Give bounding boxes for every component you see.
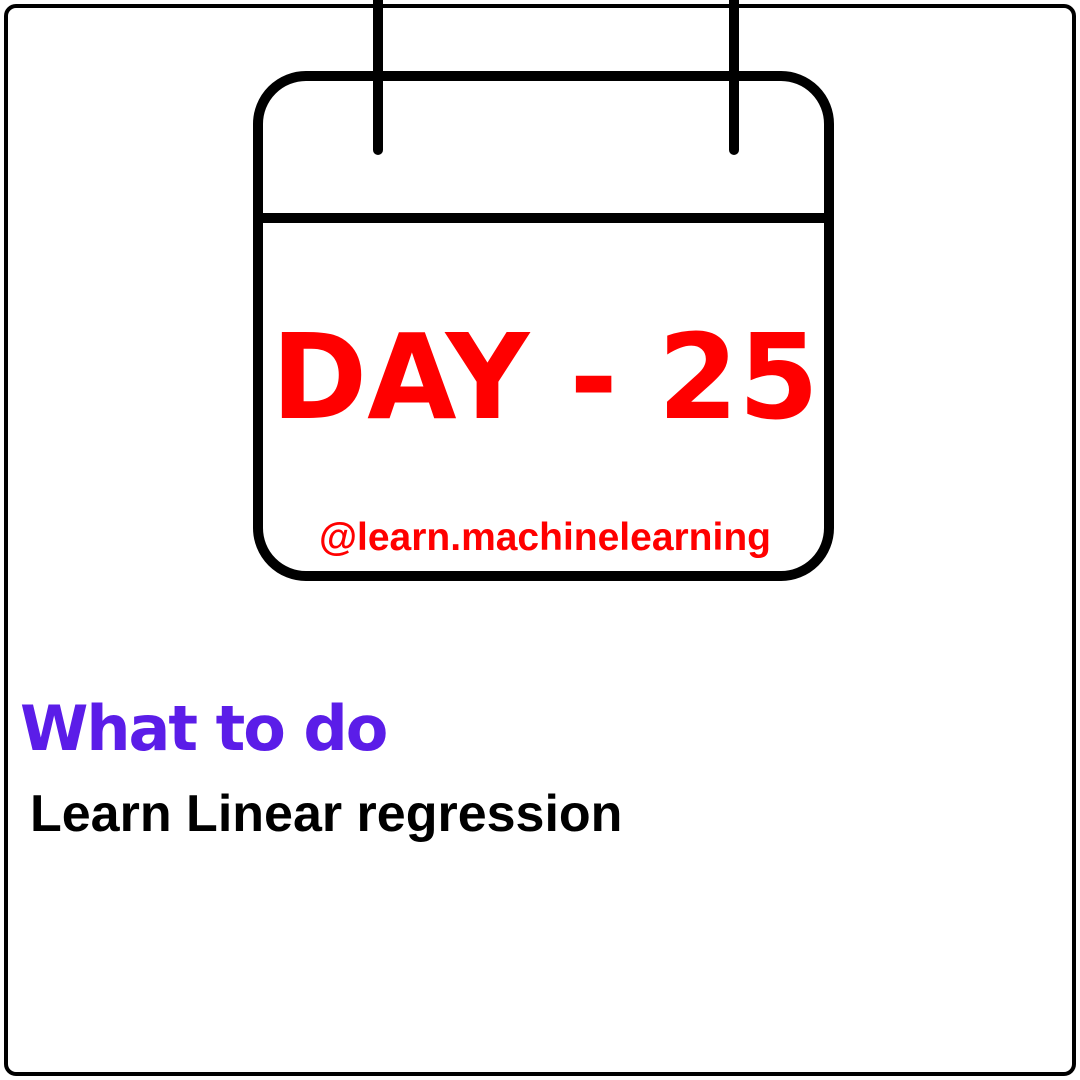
task-description: Learn Linear regression [30,785,623,843]
section-heading: What to do [20,692,388,765]
calendar-icon [253,0,834,581]
account-handle: @learn.machinelearning [318,516,771,559]
day-label: DAY - 25 [271,308,819,446]
